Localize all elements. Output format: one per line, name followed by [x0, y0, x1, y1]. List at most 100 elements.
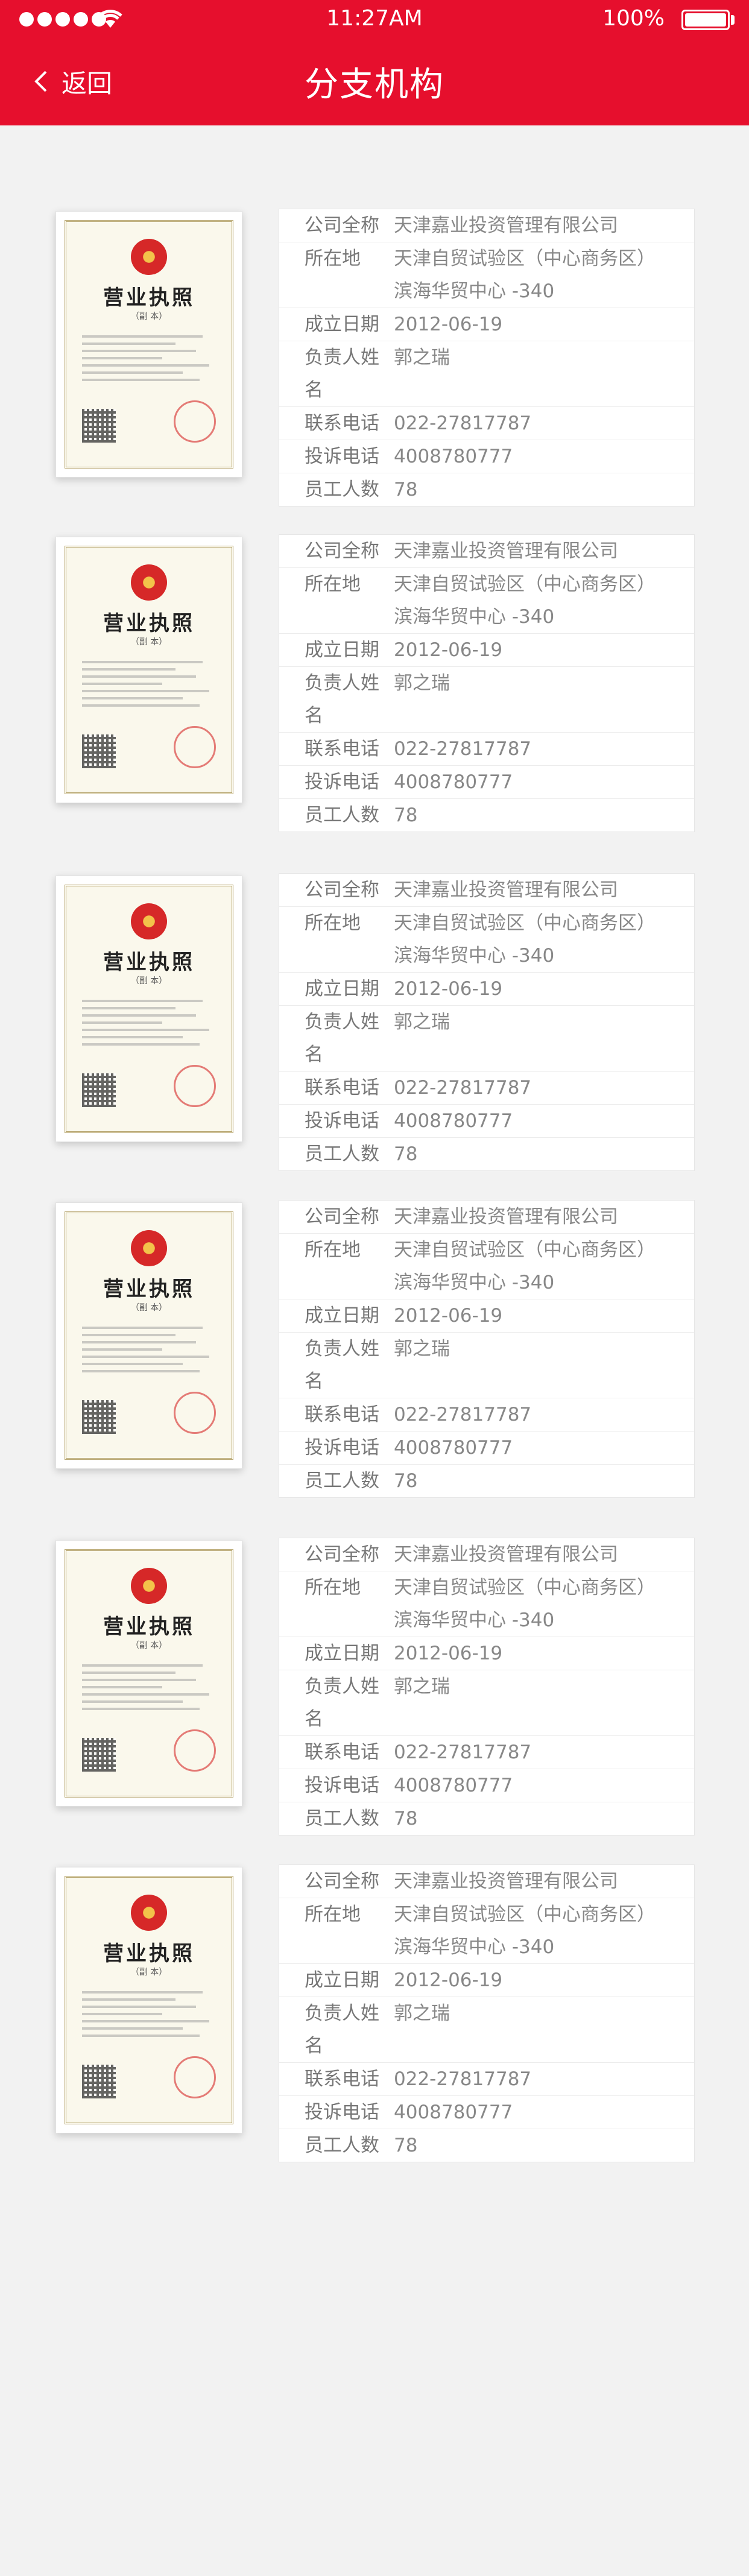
national-emblem-icon — [131, 903, 167, 939]
info-value: 78 — [394, 473, 694, 506]
info-value: 郭之瑞 — [394, 1006, 694, 1071]
info-value: 天津嘉业投资管理有限公司 — [394, 535, 694, 567]
info-value[interactable]: 022-27817787 — [394, 1398, 694, 1431]
info-value: 78 — [394, 1138, 694, 1170]
info-label: 投诉电话 — [305, 446, 379, 467]
info-label: 所在地 — [305, 248, 361, 270]
info-value-text: 022-27817787 — [394, 738, 532, 760]
info-label: 公司全称 — [305, 540, 379, 562]
info-label: 公司全称 — [305, 1870, 379, 1892]
info-value-text: 78 — [394, 1808, 418, 1829]
info-value: 天津自贸试验区（中心商务区） 滨海华贸中心 -340 — [394, 907, 694, 972]
info-value[interactable]: 022-27817787 — [394, 2063, 694, 2095]
info-value: 天津自贸试验区（中心商务区） 滨海华贸中心 -340 — [394, 1571, 694, 1637]
branch-item[interactable]: 营业执照 （副 本） 公司全称 天津嘉业投资管理有限公司 所在地 天津自贸试验区（中心… — [0, 209, 749, 507]
branch-item[interactable]: 营业执照 （副 本） 公司全称 天津嘉业投资管理有限公司 所在地 天津自贸试验区（中心… — [0, 1200, 749, 1498]
info-label: 成立日期 — [305, 1969, 379, 1991]
info-row-manager: 负责人姓名 郭之瑞 — [279, 1333, 694, 1398]
license-subtitle: （副 本） — [130, 1968, 168, 1977]
info-row-founded: 成立日期 2012-06-19 — [279, 1637, 694, 1670]
info-label: 员工人数 — [305, 479, 379, 500]
license-frame: 营业执照 （副 本） — [65, 885, 233, 1133]
info-label: 投诉电话 — [305, 1775, 379, 1796]
info-row-founded: 成立日期 2012-06-19 — [279, 973, 694, 1006]
info-label: 公司全称 — [305, 215, 379, 236]
info-row-founded: 成立日期 2012-06-19 — [279, 1964, 694, 1997]
battery-cap — [731, 15, 735, 25]
seal-stamp-icon — [174, 400, 216, 443]
license-text-lines — [82, 656, 216, 712]
info-value[interactable]: 4008780777 — [394, 2096, 694, 2129]
license-image[interactable]: 营业执照 （副 本） — [55, 1540, 242, 1807]
info-value: 2012-06-19 — [394, 1964, 694, 1997]
info-value[interactable]: 4008780777 — [394, 440, 694, 473]
seal-stamp-icon — [174, 1729, 216, 1772]
info-label: 所在地 — [305, 573, 361, 595]
info-value[interactable]: 022-27817787 — [394, 733, 694, 765]
info-row-manager: 负责人姓名 郭之瑞 — [279, 667, 694, 733]
info-value-text-line2: 滨海华贸中心 -340 — [394, 1609, 555, 1631]
info-label: 所在地 — [305, 1239, 361, 1261]
license-image[interactable]: 营业执照 （副 本） — [55, 1867, 242, 2133]
info-value[interactable]: 022-27817787 — [394, 1072, 694, 1104]
info-value-text: 天津嘉业投资管理有限公司 — [394, 879, 618, 901]
national-emblem-icon — [131, 1568, 167, 1604]
license-image[interactable]: 营业执照 （副 本） — [55, 537, 242, 803]
info-row-founded: 成立日期 2012-06-19 — [279, 308, 694, 341]
info-value: 郭之瑞 — [394, 667, 694, 732]
info-row-full-name: 公司全称 天津嘉业投资管理有限公司 — [279, 209, 694, 242]
info-value-text: 郭之瑞 — [394, 1011, 450, 1033]
info-value-text: 4008780777 — [394, 446, 513, 467]
info-value-text: 78 — [394, 479, 418, 500]
info-row-address: 所在地 天津自贸试验区（中心商务区） 滨海华贸中心 -340 — [279, 242, 694, 308]
info-row-phone: 联系电话 022-27817787 — [279, 407, 694, 440]
info-value-text: 天津自贸试验区（中心商务区） — [394, 573, 656, 595]
info-row-address: 所在地 天津自贸试验区（中心商务区） 滨海华贸中心 -340 — [279, 1234, 694, 1299]
info-row-employees: 员工人数 78 — [279, 473, 694, 506]
info-row-employees: 员工人数 78 — [279, 2129, 694, 2162]
branch-item[interactable]: 营业执照 （副 本） 公司全称 天津嘉业投资管理有限公司所在地 天津自贸试验区（中心… — [0, 873, 749, 1171]
license-text-lines — [82, 1986, 216, 2042]
info-value: 郭之瑞 — [394, 1670, 694, 1735]
qr-code-icon — [82, 409, 116, 443]
branch-item[interactable]: 营业执照 （副 本） 公司全称 天津嘉业投资管理有限公司所在地 天津自贸试验区（中心… — [0, 534, 749, 832]
branch-item[interactable]: 营业执照 （副 本） 公司全称 天津嘉业投资管理有限公司 所在地 天津自贸试验区（中心… — [0, 1538, 749, 1836]
info-label: 公司全称 — [305, 879, 379, 901]
license-image[interactable]: 营业执照 （副 本） — [55, 1202, 242, 1469]
license-subtitle: （副 本） — [130, 976, 168, 986]
info-value: 2012-06-19 — [394, 308, 694, 341]
info-row-employees: 员工人数 78 — [279, 1465, 694, 1497]
branch-item[interactable]: 营业执照 （副 本） 公司全称 天津嘉业投资管理有限公司 所在地 天津自贸试验区（中心… — [0, 1864, 749, 2162]
info-label: 负责人姓名 — [305, 1676, 379, 1730]
info-value-text: 4008780777 — [394, 2101, 513, 2123]
info-value-text: 天津自贸试验区（中心商务区） — [394, 1239, 656, 1261]
info-label: 所在地 — [305, 912, 361, 934]
info-row-founded: 成立日期 2012-06-19 — [279, 634, 694, 667]
info-value[interactable]: 4008780777 — [394, 1769, 694, 1802]
info-row-employees: 员工人数 78 — [279, 1138, 694, 1170]
license-frame: 营业执照 （副 本） — [65, 546, 233, 794]
info-label: 负责人姓名 — [305, 1338, 379, 1392]
license-title: 营业执照 — [103, 286, 195, 310]
info-value-text: 022-27817787 — [394, 2068, 532, 2090]
license-subtitle: （副 本） — [130, 1641, 168, 1650]
info-value: 天津嘉业投资管理有限公司 — [394, 874, 694, 906]
info-value[interactable]: 4008780777 — [394, 1105, 694, 1137]
info-label: 员工人数 — [305, 1470, 379, 1492]
info-value-text: 天津自贸试验区（中心商务区） — [394, 1904, 656, 1925]
branch-info-table: 公司全称 天津嘉业投资管理有限公司 所在地 天津自贸试验区（中心商务区） 滨海华贸中心 … — [279, 1864, 695, 2162]
license-image[interactable]: 营业执照 （副 本） — [55, 876, 242, 1142]
info-row-employees: 员工人数 78 — [279, 1802, 694, 1835]
info-value: 天津嘉业投资管理有限公司 — [394, 1538, 694, 1571]
branch-info-table: 公司全称 天津嘉业投资管理有限公司 所在地 天津自贸试验区（中心商务区） 滨海华贸中心 … — [279, 1538, 695, 1836]
info-value-text: 天津嘉业投资管理有限公司 — [394, 215, 618, 236]
info-value-text-line2: 滨海华贸中心 -340 — [394, 280, 555, 302]
info-value[interactable]: 4008780777 — [394, 1432, 694, 1464]
license-title: 营业执照 — [103, 1615, 195, 1639]
info-label: 负责人姓名 — [305, 1011, 379, 1065]
info-row-founded: 成立日期 2012-06-19 — [279, 1299, 694, 1333]
info-value[interactable]: 4008780777 — [394, 766, 694, 798]
license-image[interactable]: 营业执照 （副 本） — [55, 211, 242, 478]
info-value[interactable]: 022-27817787 — [394, 407, 694, 440]
info-value[interactable]: 022-27817787 — [394, 1736, 694, 1769]
